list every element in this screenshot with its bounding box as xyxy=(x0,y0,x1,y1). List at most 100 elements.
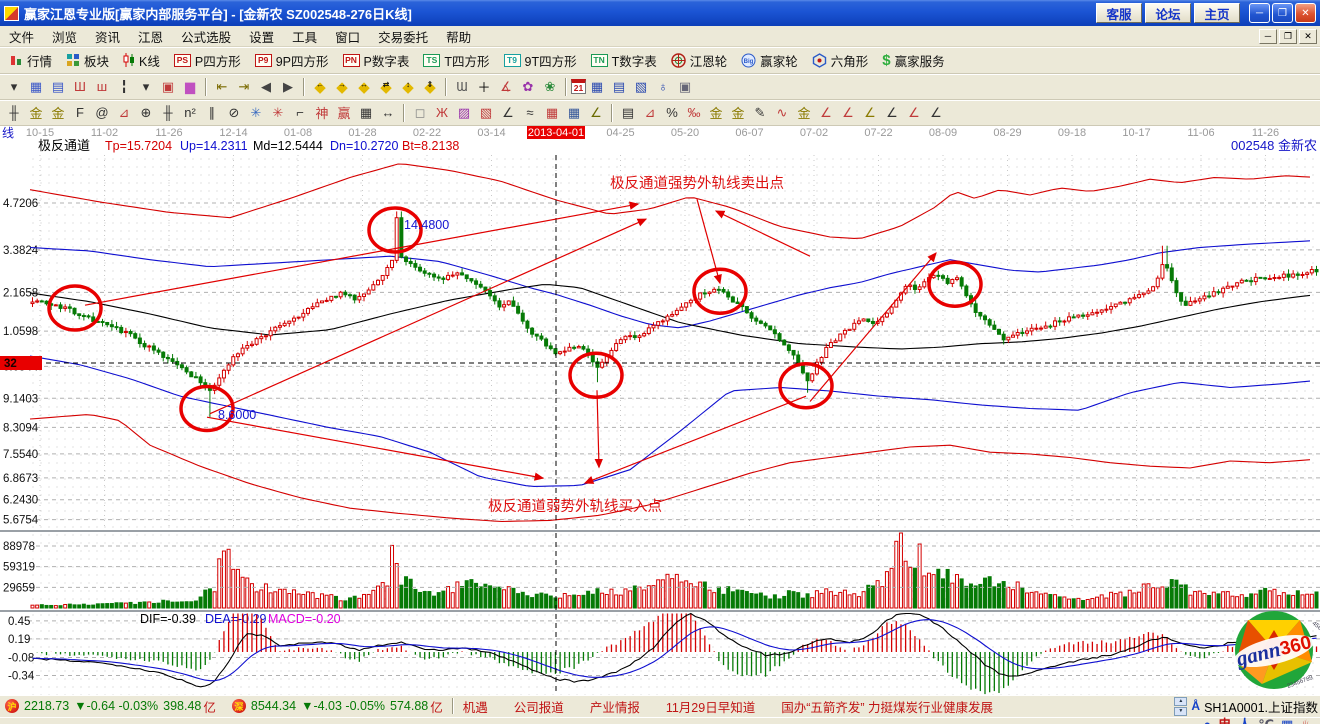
compress-h-button[interactable]: ◆⇄ xyxy=(375,76,397,97)
dock-icon-1[interactable]: 电 xyxy=(1218,718,1231,724)
mdi-restore-button[interactable]: ❐ xyxy=(1279,29,1297,44)
compress-v-button[interactable]: ◆⇕ xyxy=(419,76,441,97)
titlebar-button-1[interactable]: 论坛 xyxy=(1145,3,1191,23)
nav-last-button[interactable]: ⇥ xyxy=(233,76,255,97)
parallel-lines-button[interactable]: ∥ xyxy=(201,102,223,123)
spiral-button[interactable]: @ xyxy=(91,102,113,123)
wave-red-button[interactable]: ∿ xyxy=(771,102,793,123)
menu-item-7[interactable]: 窗口 xyxy=(326,25,369,48)
calculator-button[interactable]: ▦ xyxy=(586,76,608,97)
close-button[interactable]: ✕ xyxy=(1295,3,1316,23)
news-link-4[interactable]: 国办“五箭齐发” 力挺煤炭行业健康发展 xyxy=(781,697,993,716)
toolbar-赢家轮-button[interactable]: Big赢家轮 xyxy=(734,49,805,72)
angle-plain-button[interactable]: ∠ xyxy=(925,102,947,123)
quote-list-button[interactable]: ▤ xyxy=(47,76,69,97)
dock-icon-2[interactable]: 人 xyxy=(1238,718,1251,724)
notepad-button[interactable]: ▤ xyxy=(608,76,630,97)
dock-icon-5[interactable]: ♨ xyxy=(1300,718,1312,724)
shape-tool-button[interactable]: ✿ xyxy=(517,76,539,97)
k-frame-button[interactable]: ▣ xyxy=(157,76,179,97)
menu-item-0[interactable]: 文件 xyxy=(0,25,43,48)
fibonacci-button[interactable]: F xyxy=(69,102,91,123)
titlebar-button-2[interactable]: 主页 xyxy=(1194,3,1240,23)
file-list-button[interactable]: ▤ xyxy=(617,102,639,123)
gold-line-2-button[interactable]: 金 xyxy=(727,102,749,123)
toolbar-K线-button[interactable]: K线 xyxy=(116,49,167,72)
circle-cross-button[interactable]: ⊕ xyxy=(135,102,157,123)
rect-tool-button[interactable]: ◻ xyxy=(409,102,431,123)
angle-gold-button[interactable]: ∠ xyxy=(859,102,881,123)
pattern-tool-button[interactable]: ❀ xyxy=(539,76,561,97)
permille-button[interactable]: ‰ xyxy=(683,102,705,123)
calendar-icon[interactable]: 21 xyxy=(571,79,586,94)
scroll-down-button[interactable]: ▼ xyxy=(1174,707,1187,716)
number-ruler-button[interactable]: ▦ xyxy=(355,102,377,123)
nav-first-button[interactable]: ⇤ xyxy=(211,76,233,97)
angle-f-button[interactable]: ∠ xyxy=(837,102,859,123)
dock-icon-0[interactable]: ● xyxy=(1203,718,1211,724)
gann-grid-2-button[interactable]: ╫ xyxy=(157,102,179,123)
horn-tool-button[interactable]: ⊿ xyxy=(113,102,135,123)
gold-square-button[interactable]: 金 xyxy=(25,102,47,123)
menu-item-4[interactable]: 公式选股 xyxy=(172,25,240,48)
dock-icon-4[interactable]: ▦ xyxy=(1281,718,1293,724)
angle-measure-tool-button[interactable]: ∡ xyxy=(495,76,517,97)
toolbar-9P四方形-button[interactable]: P99P四方形 xyxy=(248,49,336,72)
grid-red-button[interactable]: ▦ xyxy=(541,102,563,123)
toolbar-9T四方形-button[interactable]: T99T四方形 xyxy=(497,49,584,72)
kline-chart[interactable]: 10-1511-0211-2612-1401-0801-2802-2203-14… xyxy=(0,126,1320,695)
shift-right-button[interactable]: ◆→ xyxy=(331,76,353,97)
hand-tool-button[interactable]: Ɯ xyxy=(451,76,473,97)
current-index-label[interactable]: SH1A0001.上证指数 xyxy=(1204,697,1318,716)
gold-box-button[interactable]: 金 xyxy=(793,102,815,123)
grid-blue-button[interactable]: ▦ xyxy=(563,102,585,123)
web-link-button[interactable]: ♁ xyxy=(652,76,674,97)
slant-olive-button[interactable]: ∠ xyxy=(585,102,607,123)
toolbar-P四方形-button[interactable]: PSP四方形 xyxy=(167,49,248,72)
crosshair-tool-button[interactable]: ＋ xyxy=(473,76,495,97)
titlebar-button-0[interactable]: 客服 xyxy=(1096,3,1142,23)
percent-button[interactable]: % xyxy=(661,102,683,123)
bars-9-button[interactable]: ш xyxy=(91,76,113,97)
candle-style-button[interactable]: ╏ xyxy=(113,76,135,97)
board-view-button[interactable]: ▦ xyxy=(25,76,47,97)
news-link-3[interactable]: 11月29日早知道 xyxy=(666,697,755,716)
workstation-button[interactable]: ▣ xyxy=(674,76,696,97)
toolbar-T四方形-button[interactable]: TST四方形 xyxy=(416,49,496,72)
percent-red-button[interactable]: ⊿ xyxy=(639,102,661,123)
style-dropdown-button[interactable]: ▾ xyxy=(3,76,25,97)
menu-item-3[interactable]: 江恩 xyxy=(129,25,172,48)
mdi-close-button[interactable]: ✕ xyxy=(1299,29,1317,44)
news-link-0[interactable]: 机遇 xyxy=(463,697,488,716)
save-button[interactable]: ▧ xyxy=(630,76,652,97)
snowflake-blue-button[interactable]: ✳ xyxy=(245,102,267,123)
angle-corner-button[interactable]: ⌐ xyxy=(289,102,311,123)
circle-slash-button[interactable]: ⊘ xyxy=(223,102,245,123)
snowflake-red-button[interactable]: ✳ xyxy=(267,102,289,123)
gold-square-2-button[interactable]: 金 xyxy=(47,102,69,123)
toolbar-江恩轮-button[interactable]: 江恩轮 xyxy=(664,49,735,72)
rays-tool-button[interactable]: Ж xyxy=(431,102,453,123)
angle-j-button[interactable]: ∠ xyxy=(815,102,837,123)
menu-item-2[interactable]: 资讯 xyxy=(86,25,129,48)
ying-tool-button[interactable]: 赢 xyxy=(333,102,355,123)
news-link-1[interactable]: 公司报道 xyxy=(514,697,564,716)
wave-tool-button[interactable]: ≈ xyxy=(519,102,541,123)
candle-dropdown-button[interactable]: ▾ xyxy=(135,76,157,97)
minimize-button[interactable]: ─ xyxy=(1249,3,1270,23)
fan-purple-button[interactable]: ▨ xyxy=(453,102,475,123)
gold-line-button[interactable]: 金 xyxy=(705,102,727,123)
menu-item-6[interactable]: 工具 xyxy=(283,25,326,48)
restore-button[interactable]: ❐ xyxy=(1272,3,1293,23)
angle-line-button[interactable]: ∠ xyxy=(497,102,519,123)
shift-left-button[interactable]: ◆← xyxy=(309,76,331,97)
fan-red-button[interactable]: ▧ xyxy=(475,102,497,123)
menu-item-1[interactable]: 浏览 xyxy=(43,25,86,48)
measure-ruler-button[interactable]: ↔ xyxy=(377,102,399,123)
menu-item-9[interactable]: 帮助 xyxy=(437,25,480,48)
bars-3-button[interactable]: Ш xyxy=(69,76,91,97)
angle-black-button[interactable]: ∠ xyxy=(881,102,903,123)
toolbar-T数字表-button[interactable]: TNT数字表 xyxy=(584,49,664,72)
expand-v-button[interactable]: ◆↕ xyxy=(397,76,419,97)
nav-next-button[interactable]: ▶ xyxy=(277,76,299,97)
